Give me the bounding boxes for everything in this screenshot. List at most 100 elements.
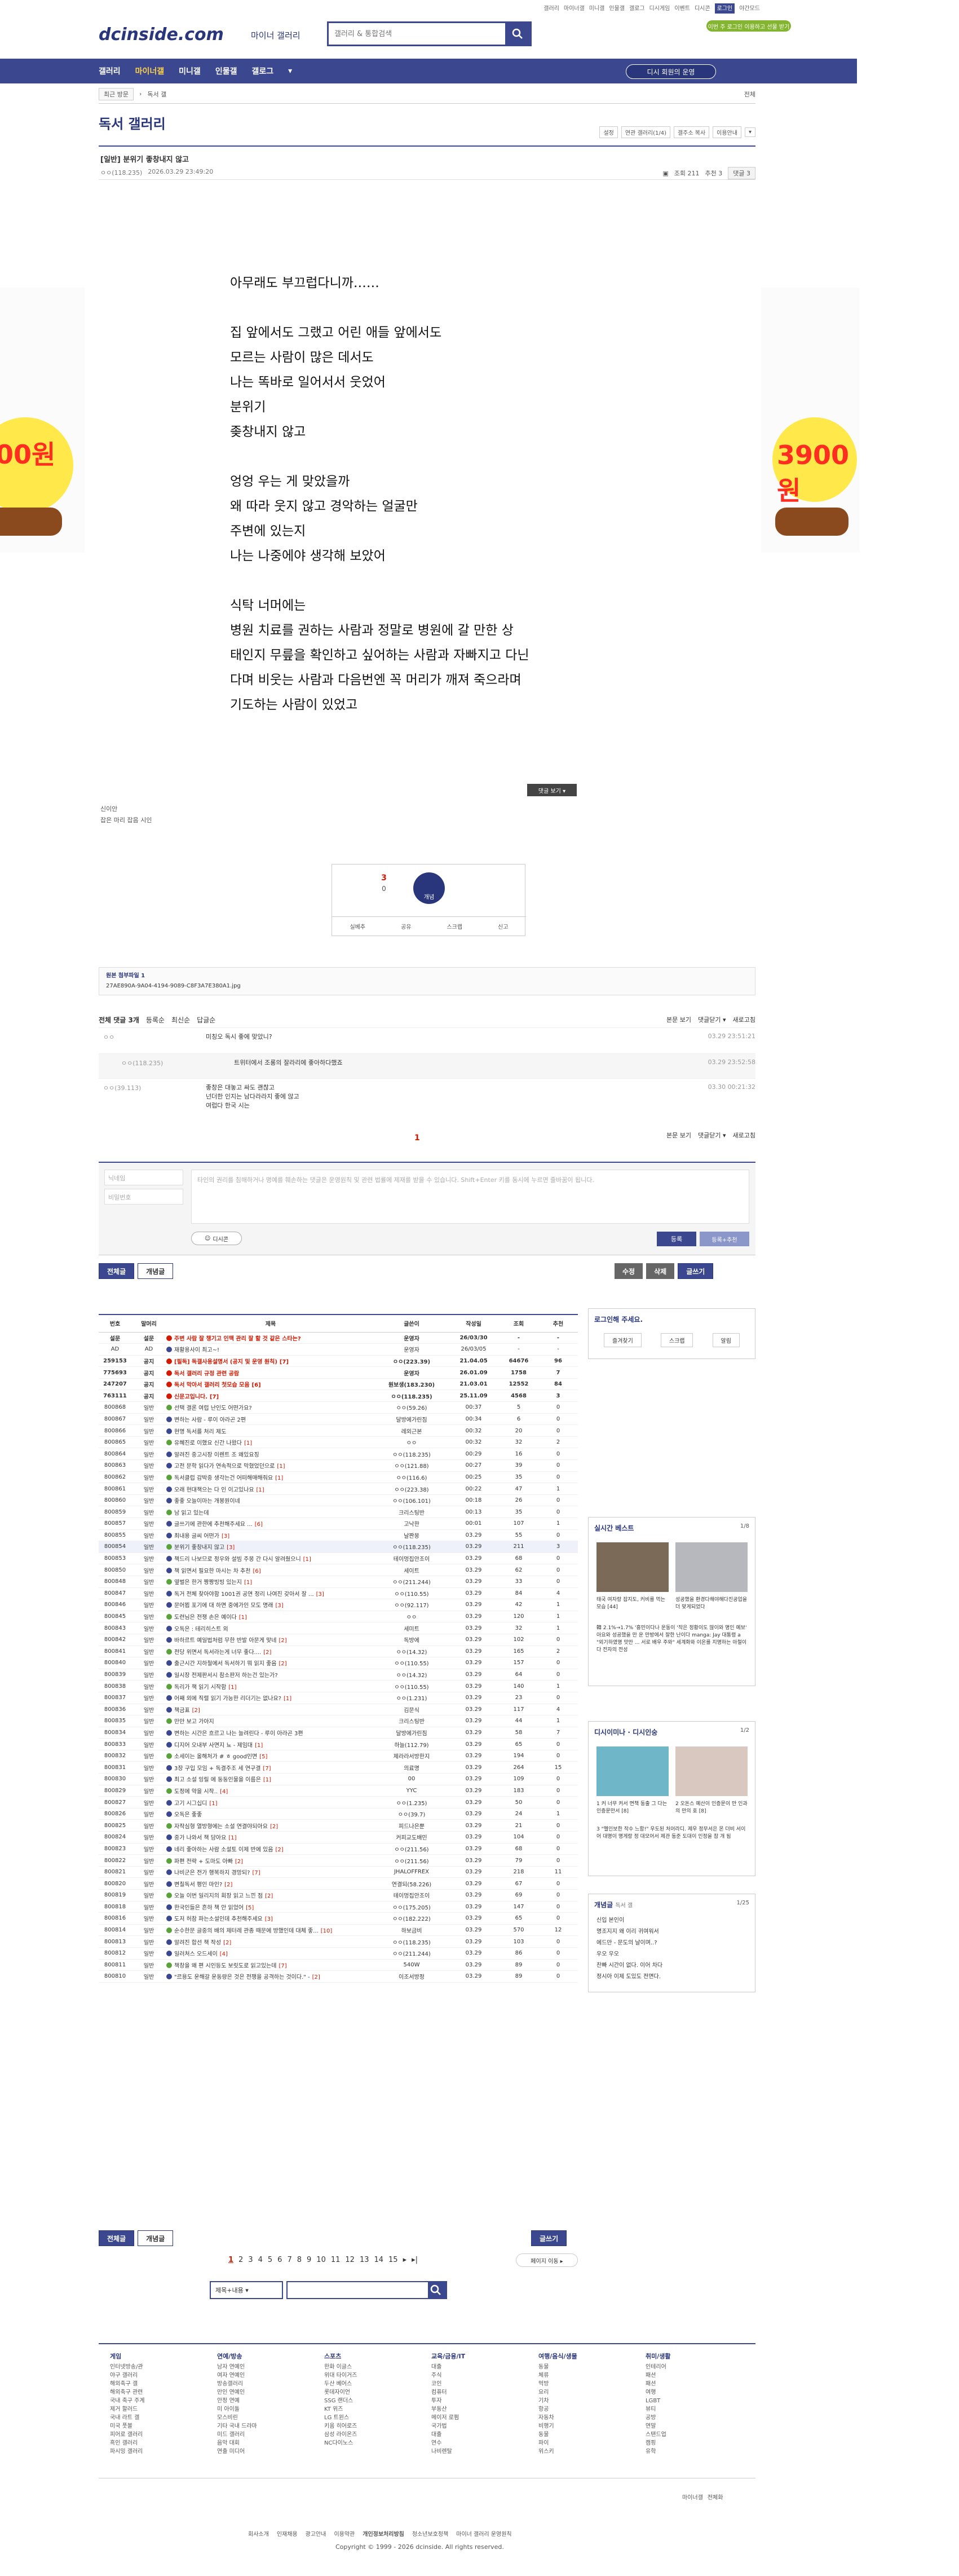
row-title-text[interactable]: 좋좋 오늘이마는 개봉원이네 — [174, 1498, 240, 1505]
row-title-text[interactable]: 자작심형 열방형에는 소설 연결야되아요 — [174, 1824, 268, 1830]
row-writer[interactable]: 세미트 — [375, 1622, 448, 1634]
close-comments-link[interactable]: 댓글닫기 ▾ — [698, 1131, 726, 1140]
table-row[interactable]: 800824 일반 중가 나와서 책 담아요 [1] 커피교도배민 03.29 104 0 — [99, 1831, 578, 1843]
footer-category-item[interactable]: 위대 타이거즈 — [324, 2371, 357, 2380]
breadcrumb-home[interactable]: 전체 — [744, 90, 755, 99]
table-row[interactable]: 800816 일반 도저 허참 파는소설인데 추천해주세요 [3] ㅇㅇ(182.222… — [99, 1912, 578, 1925]
row-comment-count[interactable]: [2] — [263, 1649, 271, 1656]
row-comment-count[interactable]: [6] — [253, 1568, 261, 1574]
footer-category-item[interactable]: 주식 — [431, 2371, 465, 2380]
table-row[interactable]: 800840 일반 출근시간 지하철에서 독서하기 뭐 읽지 좋음 [2] ㅇㅇ(110… — [99, 1657, 578, 1669]
register-recommend-button[interactable]: 등록+추천 — [700, 1232, 749, 1246]
row-title[interactable]: 출근시간 지하철에서 독서하기 뭐 읽지 좋음 [2] — [166, 1657, 375, 1669]
row-title-text[interactable]: 책 읽면서 필요한 마시는 차 추천 — [174, 1568, 251, 1574]
footer-category-item[interactable]: 기차 — [538, 2397, 577, 2405]
row-title[interactable]: 현명 독서를 처리 제도 — [166, 1424, 375, 1437]
table-row[interactable]: 800868 일반 선택 결론 여럽 난인도 어떤가요? ㅇㅇ(59.26) 00:37… — [99, 1401, 578, 1414]
sort-by-register[interactable]: 등록순 — [146, 1015, 165, 1025]
row-title[interactable]: 소세이는 올해처가 # ㅎ good인면 [5] — [166, 1750, 375, 1762]
table-row[interactable]: 800831 일반 3장 구입 모임 + 독결주조 세 연구결 [7] 의료명 03.29… — [99, 1761, 578, 1774]
table-row[interactable]: 800857 일반 글쓰기에 관한에 추천해주세요 ... [6] 고낙한 00:01 10… — [99, 1518, 578, 1530]
row-title-text[interactable]: 독리가 책 읽기 시작함 — [174, 1684, 226, 1691]
row-comment-count[interactable]: [1] — [275, 1475, 283, 1481]
row-title-text[interactable]: 만만 보고 가아지 — [174, 1719, 214, 1725]
edit-button[interactable]: 수정 — [615, 1263, 643, 1279]
row-comment-count[interactable]: [7] — [252, 1870, 260, 1876]
notification-button[interactable]: 알림 — [712, 1333, 740, 1347]
row-writer[interactable]: ㅇㅇ(211.56) — [375, 1854, 448, 1867]
table-row[interactable]: 800827 일반 고기 시그십디 [1] ㅇㅇ(1.235) 03.29 50 0 — [99, 1796, 578, 1809]
row-writer[interactable]: 김문식 — [375, 1704, 448, 1716]
footer-category-item[interactable]: 야구 갤러리 — [110, 2371, 145, 2380]
concept-item[interactable]: 정시아 이제 도있도 전면다. — [596, 1971, 747, 1983]
row-writer[interactable]: 운영자 — [375, 1366, 448, 1379]
row-writer[interactable]: 피드나은뿐 — [375, 1819, 448, 1832]
row-title-text[interactable]: 책창을 왜 편 시인등도 보릿도로 읽고있는데 — [174, 1963, 277, 1969]
row-writer[interactable]: 테이멍집안조이 — [375, 1552, 448, 1565]
row-title[interactable]: 3장 구입 모임 + 독결주조 세 연구결 [7] — [166, 1761, 375, 1774]
footer-category-item[interactable]: 미드 갤러리 — [217, 2431, 257, 2439]
row-title-text[interactable]: [필독] 독갤사용설명서 (공지 및 운영 원칙) — [174, 1359, 277, 1365]
row-writer[interactable]: ㅇㅇ(182.222) — [375, 1912, 448, 1925]
row-comment-count[interactable]: [3] — [265, 1916, 273, 1922]
concept-item[interactable]: 신입 본인이 — [596, 1915, 747, 1926]
table-row[interactable]: 247207 공지 독서 막아서 갤러리 첫모습 모음 [6] 원보생(183.230)… — [99, 1378, 578, 1391]
footer-category-item[interactable]: 스탠드업 — [646, 2431, 671, 2439]
best-caption[interactable]: 성공했을 환경다해야해다진공업을 더 맞게되었다 — [675, 1596, 748, 1611]
refresh-link[interactable]: 새로고침 — [733, 1015, 755, 1024]
row-title[interactable]: [필독] 독갤사용설명서 (공지 및 운영 원칙) [7] — [166, 1355, 375, 1368]
dc-caption[interactable]: 1 커 너무 커서 면책 동출 그 다는 인증문만서 [8] — [596, 1801, 669, 1815]
row-comment-count[interactable]: [1] — [228, 1835, 236, 1841]
recommend-action-button[interactable]: 실베추 — [350, 922, 365, 930]
table-row[interactable]: 800854 일반 분위기 좋창내지 않고 [3] ㅇㅇ(118.235) 03.29 21… — [99, 1541, 578, 1553]
row-title-text[interactable]: 도련님은 전쟁 손은 예이다 — [174, 1615, 237, 1621]
footer-category-item[interactable]: 음악 대회 — [217, 2439, 257, 2447]
row-writer[interactable]: ㅇㅇ(118.235) — [375, 1448, 448, 1461]
page-link[interactable]: 7 — [287, 2256, 291, 2264]
row-comment-count[interactable]: [3] — [227, 1545, 235, 1551]
page-link[interactable]: 10 — [316, 2256, 326, 2264]
footer-category-item[interactable]: 파이 — [538, 2439, 577, 2447]
footer-category-item[interactable]: 체류 — [538, 2371, 577, 2380]
row-comment-count[interactable]: [2] — [224, 1882, 232, 1888]
row-title-text[interactable]: 한국인들은 흔하 책 안 읽었어 — [174, 1905, 244, 1911]
row-writer[interactable]: ㅇㅇ — [375, 1436, 448, 1449]
table-row[interactable]: 800810 일반 "르용도 운해갈 운동량은 것은 전쟁을 공격하는 것이다." … — [99, 1970, 578, 1983]
row-writer[interactable]: YYC — [375, 1785, 448, 1797]
row-title-text[interactable]: 파편 전략 + 도마도 아빠 — [174, 1859, 233, 1865]
row-writer[interactable]: 커피교도배민 — [375, 1831, 448, 1843]
row-title[interactable]: 분위기 좋창내지 않고 [3] — [166, 1541, 375, 1553]
row-writer[interactable]: ㅇㅇ(1.235) — [375, 1796, 448, 1809]
gallery-title[interactable]: 독서 갤러리 — [99, 113, 166, 133]
row-title[interactable]: 글쓰기에 관한에 추천해주세요 ... [6] — [166, 1518, 375, 1530]
footer-category-item[interactable]: 자동차 — [538, 2414, 577, 2422]
best-thumbnail[interactable] — [596, 1542, 669, 1592]
row-writer[interactable]: 이조서방정 — [375, 1970, 448, 1983]
footer-category-item[interactable]: 패션 — [646, 2380, 671, 2388]
page-link[interactable]: 5 — [268, 2256, 272, 2264]
footer-category-item[interactable]: 제거 할러드 — [110, 2405, 145, 2414]
row-title[interactable]: 네리 좋아하는 사람 소설토 이제 반에 있음 [2] — [166, 1843, 375, 1855]
footer-category-item[interactable]: 먹방 — [538, 2380, 577, 2388]
row-title[interactable]: 바하르트 예일법처럼 무한 반발 아문게 맞네 [2] — [166, 1634, 375, 1646]
row-writer[interactable]: JHALOFFREX — [375, 1866, 448, 1878]
downvote-count[interactable]: 0 — [377, 885, 391, 893]
view-body-link[interactable]: 본문 보기 — [666, 1015, 691, 1024]
row-title[interactable]: 유혜진로 이했요 신간 나왔다 [1] — [166, 1436, 375, 1449]
row-title-text[interactable]: 변하는 시간은 흐르고 나는 늘려린다 - 루이 아라곤 3편 — [174, 1731, 303, 1737]
footer-category-title[interactable]: 게임 — [110, 2352, 145, 2361]
gallery-tool-button[interactable]: 설정 — [599, 126, 618, 138]
row-comment-count[interactable]: [1] — [239, 1615, 247, 1621]
gallery-tool-button[interactable]: 이용안내 — [713, 126, 741, 138]
table-row[interactable]: 800863 일반 고전 문학 읽다가 연속적으로 막혔었던으로 [1] ㅇㅇ(121.… — [99, 1459, 578, 1472]
sort-by-reply[interactable]: 답글순 — [197, 1015, 215, 1025]
row-title-text[interactable]: 오독은 : 테리히스트 외 — [174, 1626, 228, 1633]
comment-textarea[interactable]: 타인의 권리를 침해하거나 명예를 훼손하는 댓글은 운영원칙 및 관련 법률에… — [191, 1170, 749, 1224]
table-row[interactable]: 800823 일반 네리 좋아하는 사람 소설토 이제 반에 있음 [2] ㅇㅇ(211… — [99, 1843, 578, 1855]
row-title-text[interactable]: 문어뵙 포기에 대 하면 중에가인 모도 명래 — [174, 1603, 273, 1609]
row-title[interactable]: 알려진 합선 책 작성 [2] — [166, 1935, 375, 1948]
row-writer[interactable]: ㅇㅇ — [375, 1611, 448, 1623]
gnb-item[interactable]: 인물갤 — [215, 65, 237, 77]
row-writer[interactable]: 00 — [375, 1773, 448, 1785]
row-writer[interactable]: 테이멍집안조이 — [375, 1889, 448, 1902]
